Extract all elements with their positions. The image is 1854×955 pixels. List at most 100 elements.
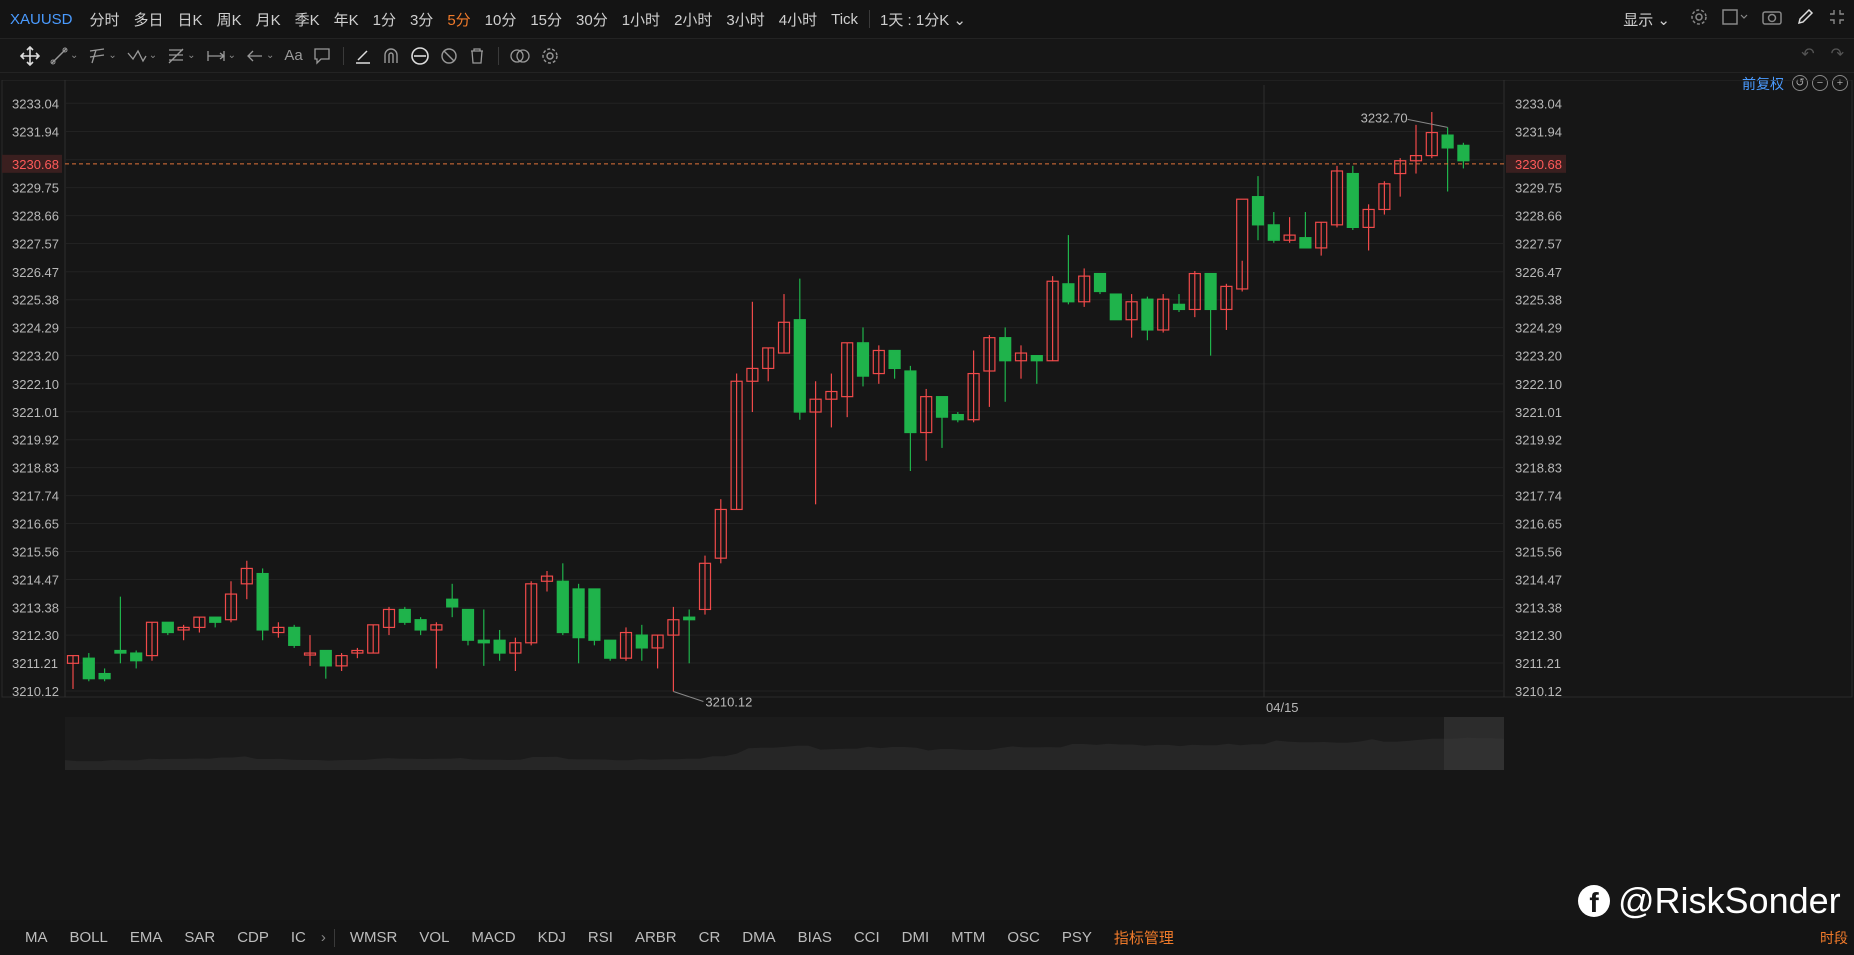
indicator-tab[interactable]: BIAS	[787, 929, 843, 946]
gear-icon[interactable]	[1690, 8, 1708, 31]
indicator-tab[interactable]: CDP	[226, 929, 280, 946]
period-tab[interactable]: 月K	[249, 9, 288, 30]
indicator-tab[interactable]: OSC	[996, 929, 1051, 946]
candle-body[interactable]	[288, 626, 301, 646]
candle-body[interactable]	[398, 608, 411, 623]
channel-tool-icon[interactable]: ⌄	[88, 47, 117, 65]
candle-body[interactable]	[572, 588, 585, 639]
candle-body[interactable]	[1204, 272, 1217, 311]
candle-body[interactable]	[888, 349, 901, 370]
period-tab[interactable]: 3分	[403, 9, 440, 30]
gear-icon[interactable]	[541, 47, 559, 65]
indicator-tab[interactable]: MTM	[940, 929, 996, 946]
candle-body[interactable]	[98, 672, 111, 680]
candle-body[interactable]	[114, 649, 127, 654]
indicator-tab[interactable]: ARBR	[624, 929, 688, 946]
candle-body[interactable]	[951, 413, 964, 421]
pencil-icon[interactable]	[1796, 8, 1814, 31]
navigator-window[interactable]	[1444, 717, 1504, 770]
candle-body[interactable]	[793, 319, 806, 413]
candle-body[interactable]	[1441, 134, 1454, 149]
candle-body[interactable]	[1030, 355, 1043, 362]
period-tab[interactable]: 4小时	[772, 9, 824, 30]
arrow-tool-icon[interactable]: ⌄	[246, 47, 274, 65]
symbol-label[interactable]: XAUUSD	[0, 11, 83, 28]
candle-body[interactable]	[556, 580, 569, 634]
candle-body[interactable]	[82, 657, 95, 680]
comment-icon[interactable]	[313, 47, 331, 65]
text-tool-icon[interactable]: Aa	[284, 47, 302, 64]
candle-body[interactable]	[209, 616, 222, 623]
trash-icon[interactable]	[468, 47, 486, 65]
indicator-tab[interactable]: SAR	[173, 929, 226, 946]
candle-body[interactable]	[161, 621, 174, 634]
period-tab[interactable]: 1小时	[615, 9, 667, 30]
candle-body[interactable]	[414, 619, 427, 631]
wave-tool-icon[interactable]: ⌄	[127, 47, 157, 65]
period-tab[interactable]: 10分	[478, 9, 524, 30]
magnet-icon[interactable]	[382, 47, 400, 65]
redo-icon[interactable]: ↷	[1831, 44, 1844, 64]
candle-body[interactable]	[461, 608, 475, 641]
candle-body[interactable]	[856, 342, 870, 377]
candle-body[interactable]	[604, 639, 617, 659]
hide-drawing-icon[interactable]	[440, 47, 458, 65]
indicator-tab[interactable]: DMA	[731, 929, 786, 946]
fullscreen-icon[interactable]	[1828, 8, 1846, 31]
candlestick-chart[interactable]: 3233.043233.043231.943231.943230.843230.…	[0, 80, 1854, 920]
segment-toggle[interactable]: 时段	[1820, 928, 1848, 948]
period-tab[interactable]: 30分	[569, 9, 615, 30]
indicator-tab[interactable]: DMI	[891, 929, 941, 946]
period-tab[interactable]: 5分	[440, 9, 477, 30]
indicator-tab[interactable]: IC	[280, 929, 317, 946]
indicator-tab[interactable]: EMA	[119, 929, 174, 946]
period-tab[interactable]: Tick	[824, 11, 865, 28]
period-tab[interactable]: 日K	[171, 9, 210, 30]
candle-body[interactable]	[493, 639, 506, 654]
indicator-tab[interactable]: MA	[14, 929, 59, 946]
period-tab[interactable]: 3小时	[719, 9, 771, 30]
candle-body[interactable]	[1093, 272, 1107, 293]
period-tab[interactable]: 年K	[327, 9, 366, 30]
period-tab[interactable]: 2小时	[667, 9, 719, 30]
compare-icon[interactable]	[509, 47, 531, 65]
fib-tool-icon[interactable]: ⌄	[167, 47, 196, 65]
candle-body[interactable]	[588, 588, 601, 641]
indicator-tab[interactable]: WMSR	[339, 929, 409, 946]
line-tool-icon[interactable]: ⌄	[50, 47, 78, 65]
candle-body[interactable]	[1346, 172, 1359, 229]
display-select[interactable]: 显示 ⌄	[1617, 9, 1676, 30]
period-tab[interactable]: 季K	[288, 9, 327, 30]
draw-pen-icon[interactable]	[354, 47, 372, 65]
period-tab[interactable]: 分时	[83, 9, 127, 30]
candle-body[interactable]	[446, 598, 459, 608]
period-tab[interactable]: 1分	[366, 9, 403, 30]
candle-body[interactable]	[904, 370, 917, 434]
indicator-tab[interactable]: VOL	[408, 929, 460, 946]
indicator-tab[interactable]: BOLL	[59, 929, 119, 946]
camera-icon[interactable]	[1762, 8, 1782, 31]
period-tab[interactable]: 多日	[127, 9, 171, 30]
candle-body[interactable]	[1251, 196, 1265, 226]
candle-body[interactable]	[1457, 144, 1470, 162]
candle-body[interactable]	[1141, 298, 1154, 331]
candle-body[interactable]	[1062, 283, 1075, 303]
chevron-right-icon[interactable]: ›	[317, 929, 330, 946]
period-tab[interactable]: 15分	[523, 9, 569, 30]
candle-body[interactable]	[1109, 293, 1122, 321]
measure-tool-icon[interactable]: ⌄	[206, 47, 236, 65]
candle-body[interactable]	[1299, 237, 1312, 249]
indicator-tab[interactable]: KDJ	[527, 929, 577, 946]
candle-body[interactable]	[477, 639, 490, 644]
indicator-tab[interactable]: CR	[688, 929, 732, 946]
candle-body[interactable]	[256, 572, 269, 631]
indicator-tab[interactable]: MACD	[460, 929, 526, 946]
candle-body[interactable]	[1267, 224, 1280, 241]
undo-icon[interactable]: ↶	[1801, 44, 1814, 64]
candle-body[interactable]	[1172, 303, 1186, 311]
range-select[interactable]: 1天 : 1分K ⌄	[874, 9, 972, 30]
indicator-tab[interactable]: PSY	[1051, 929, 1103, 946]
candle-body[interactable]	[130, 652, 143, 662]
candle-body[interactable]	[935, 396, 949, 418]
period-tab[interactable]: 周K	[210, 9, 249, 30]
